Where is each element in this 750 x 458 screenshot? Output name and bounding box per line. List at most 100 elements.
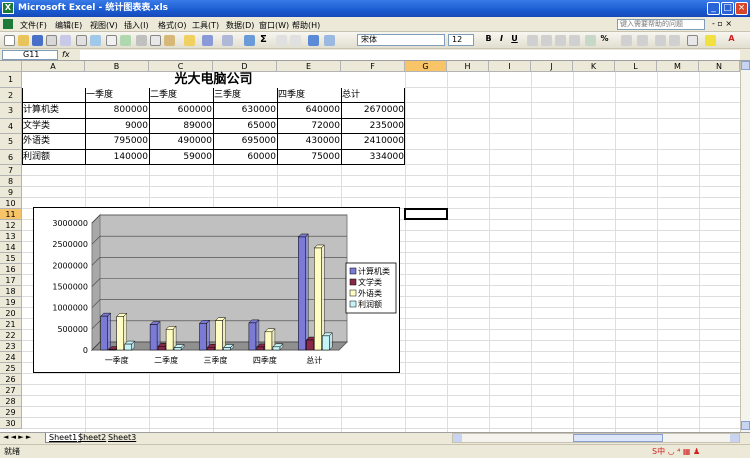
row-header-17[interactable]: 17 (0, 275, 22, 286)
save-icon[interactable] (32, 35, 43, 46)
cell-value[interactable]: 640000 (278, 103, 341, 118)
col-header-c[interactable]: C (149, 61, 213, 72)
menu-edit[interactable]: 编辑(E) (55, 20, 82, 31)
cell-value[interactable]: 75000 (278, 150, 341, 165)
decrease-decimal-icon[interactable] (637, 35, 648, 46)
research-icon[interactable] (120, 35, 131, 46)
menu-insert[interactable]: 插入(I) (124, 20, 149, 31)
col-header-g[interactable]: G (405, 61, 447, 72)
header-q2[interactable]: 二季度 (150, 88, 177, 103)
cell-value[interactable]: 60000 (214, 150, 277, 165)
row-header-22[interactable]: 22 (0, 330, 22, 341)
cell-value[interactable]: 795000 (86, 134, 149, 149)
increase-decimal-icon[interactable] (621, 35, 632, 46)
scroll-right-icon[interactable] (730, 434, 739, 442)
col-header-j[interactable]: J (531, 61, 573, 72)
fx-icon[interactable]: fx (62, 50, 70, 59)
currency-icon[interactable] (585, 35, 596, 46)
cell-value[interactable]: 235000 (342, 119, 405, 134)
cell-value[interactable]: 695000 (214, 134, 277, 149)
cell-value[interactable]: 800000 (86, 103, 149, 118)
tab-sheet3[interactable]: Sheet3 (108, 433, 136, 442)
row-header-3[interactable]: 3 (0, 103, 22, 119)
row-header-11[interactable]: 11 (0, 209, 22, 220)
format-painter-icon[interactable] (184, 35, 195, 46)
menu-format[interactable]: 格式(O) (158, 20, 187, 31)
decrease-indent-icon[interactable] (655, 35, 666, 46)
row-header-26[interactable]: 26 (0, 374, 22, 385)
row-header-10[interactable]: 10 (0, 198, 22, 209)
col-header-k[interactable]: K (573, 61, 615, 72)
help-icon[interactable] (324, 35, 335, 46)
sort-desc-icon[interactable] (290, 35, 301, 46)
permission-icon[interactable] (46, 35, 57, 46)
row-header-23[interactable]: 23 (0, 341, 22, 352)
ime-toolbar[interactable]: S中 ◡ ⁴ ▦ ♟ (652, 446, 700, 457)
cell-value[interactable]: 630000 (214, 103, 277, 118)
percent-button[interactable]: % (599, 34, 610, 43)
sheet-title[interactable]: 光大电脑公司 (22, 72, 405, 88)
help-search-input[interactable]: 键入需要帮助的问题 (617, 19, 705, 30)
col-header-b[interactable]: B (85, 61, 149, 72)
row-header-9[interactable]: 9 (0, 187, 22, 198)
header-q1[interactable]: 一季度 (86, 88, 113, 103)
cell-value[interactable]: 89000 (150, 119, 213, 134)
cell-value[interactable]: 490000 (150, 134, 213, 149)
row-header-2[interactable]: 2 (0, 88, 22, 103)
cell-value[interactable]: 59000 (150, 150, 213, 165)
scroll-up-icon[interactable] (741, 61, 750, 70)
active-cell-g11[interactable] (404, 208, 448, 220)
col-header-m[interactable]: M (657, 61, 699, 72)
sheet-nav-icons[interactable]: ◄ ◄ ► ► (3, 433, 31, 441)
undo-icon[interactable] (202, 35, 213, 46)
underline-button[interactable]: U (509, 34, 520, 43)
horizontal-scrollbar[interactable] (452, 433, 740, 443)
row-header-14[interactable]: 14 (0, 242, 22, 253)
email-icon[interactable] (60, 35, 71, 46)
align-center-icon[interactable] (541, 35, 552, 46)
new-icon[interactable] (4, 35, 15, 46)
cell-value[interactable]: 65000 (214, 119, 277, 134)
close-icon[interactable]: × (735, 2, 748, 15)
font-select[interactable]: 宋体 (357, 34, 445, 46)
header-total[interactable]: 总计 (342, 88, 360, 103)
cell-value[interactable]: 334000 (342, 150, 405, 165)
copy-icon[interactable] (150, 35, 161, 46)
row-header-7[interactable]: 7 (0, 165, 22, 176)
excel-app-icon[interactable]: X (2, 2, 14, 14)
row-header-30[interactable]: 30 (0, 418, 22, 429)
print-preview-icon[interactable] (90, 35, 101, 46)
hyperlink-icon[interactable] (244, 35, 255, 46)
cut-icon[interactable] (136, 35, 147, 46)
cell-value[interactable]: 9000 (86, 119, 149, 134)
menu-help[interactable]: 帮助(H) (292, 20, 320, 31)
col-header-i[interactable]: I (489, 61, 531, 72)
col-header-f[interactable]: F (341, 61, 405, 72)
cell-value[interactable]: 2410000 (342, 134, 405, 149)
paste-icon[interactable] (164, 35, 175, 46)
menu-view[interactable]: 视图(V) (90, 20, 118, 31)
vertical-scrollbar[interactable] (740, 61, 750, 432)
name-box[interactable]: G11 (2, 50, 58, 60)
cell-value[interactable]: 72000 (278, 119, 341, 134)
select-all-corner[interactable] (0, 61, 22, 72)
borders-icon[interactable] (687, 35, 698, 46)
row-label[interactable]: 计算机类 (23, 103, 59, 118)
autosum-icon[interactable]: Σ (260, 34, 267, 45)
col-header-l[interactable]: L (615, 61, 657, 72)
scroll-thumb[interactable] (573, 434, 663, 442)
align-right-icon[interactable] (555, 35, 566, 46)
row-header-1[interactable]: 1 (0, 72, 22, 88)
menu-data[interactable]: 数据(D) (226, 20, 254, 31)
col-header-d[interactable]: D (213, 61, 277, 72)
col-header-e[interactable]: E (277, 61, 341, 72)
workbook-icon[interactable] (3, 19, 13, 29)
cell-value[interactable]: 600000 (150, 103, 213, 118)
row-label[interactable]: 文学类 (23, 119, 50, 134)
print-icon[interactable] (76, 35, 87, 46)
row-header-27[interactable]: 27 (0, 385, 22, 396)
row-header-24[interactable]: 24 (0, 352, 22, 363)
font-size-select[interactable]: 12 (448, 34, 474, 46)
row-header-4[interactable]: 4 (0, 119, 22, 134)
row-header-29[interactable]: 29 (0, 407, 22, 418)
